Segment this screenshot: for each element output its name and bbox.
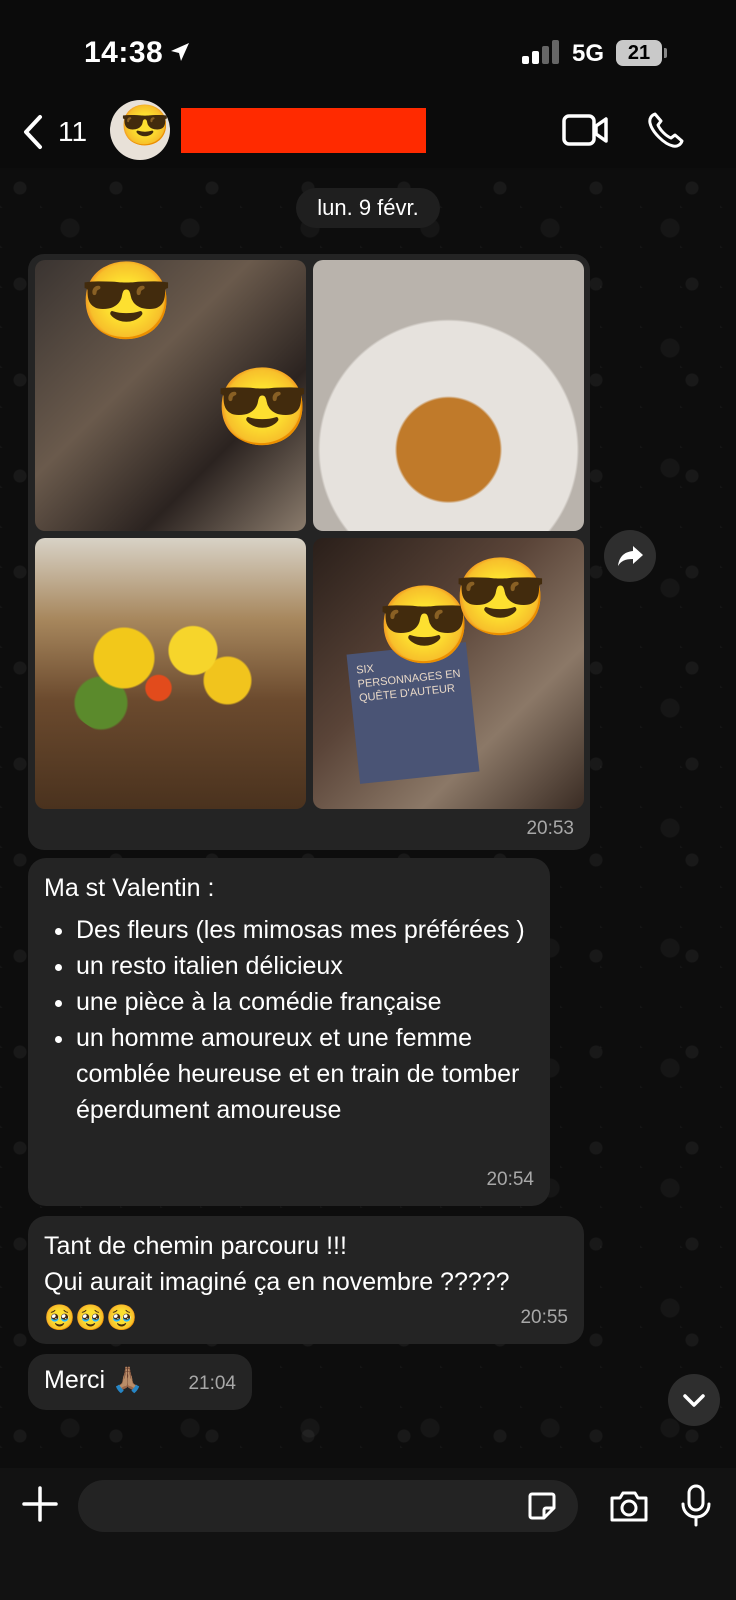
face-cover-emoji: 😎 <box>453 555 548 640</box>
date-separator: lun. 9 févr. <box>296 188 440 228</box>
message-bubble[interactable]: Merci 🙏🏽 21:04 <box>28 1354 252 1410</box>
message-emojis: 🥹🥹🥹 <box>44 1304 138 1332</box>
message-time: 20:54 <box>486 1169 534 1190</box>
message-bubble[interactable]: Tant de chemin parcouru !!! Qui aurait i… <box>28 1216 584 1344</box>
message-bubble[interactable]: Ma st Valentin : Des fleurs (les mimosas… <box>28 858 550 1206</box>
camera-icon[interactable] <box>608 1488 650 1524</box>
sticker-icon[interactable] <box>526 1490 558 1522</box>
network-type: 5G <box>572 40 605 67</box>
status-time: 14:38 <box>84 36 164 69</box>
chevron-down-icon <box>683 1394 705 1407</box>
face-cover-emoji: 😎 <box>215 365 306 450</box>
list-item: Des fleurs (les mimosas mes préférées ) <box>76 912 534 948</box>
location-arrow-icon <box>171 43 189 61</box>
message-input[interactable] <box>78 1480 578 1532</box>
message-line: Qui aurait imaginé ça en novembre ????? <box>44 1268 510 1296</box>
forward-button[interactable] <box>604 530 656 582</box>
message-intro: Ma st Valentin : <box>44 874 215 902</box>
message-list: Des fleurs (les mimosas mes préférées ) … <box>44 912 534 1128</box>
chat-header: 11 😎 <box>0 100 736 168</box>
photo-dinner-table[interactable]: 😎 😎 <box>35 260 306 531</box>
battery-indicator: 21 <box>616 40 662 66</box>
mic-icon[interactable] <box>680 1484 712 1528</box>
list-item: un resto italien délicieux <box>76 948 534 984</box>
photo-risotto-plate[interactable] <box>313 260 584 531</box>
message-time: 21:04 <box>188 1373 236 1394</box>
back-chevron-icon[interactable] <box>22 114 46 150</box>
list-item: un homme amoureux et une femme comblée h… <box>76 1020 534 1128</box>
list-item: une pièce à la comédie française <box>76 984 534 1020</box>
scroll-to-bottom-button[interactable] <box>668 1374 720 1426</box>
message-time: 20:55 <box>520 1307 568 1328</box>
message-text: Merci 🙏🏽 <box>44 1366 144 1394</box>
redacted-contact-name[interactable] <box>181 108 426 153</box>
status-bar: 14:38 5G 21 <box>0 0 736 100</box>
phone-icon[interactable] <box>646 110 686 150</box>
bouquet <box>55 598 285 748</box>
back-unread-count[interactable]: 11 <box>58 116 87 148</box>
share-icon <box>618 546 643 566</box>
battery-tip <box>664 48 667 58</box>
signal-icon <box>522 40 562 64</box>
composer-bar <box>0 1468 736 1600</box>
photo-flower-bouquet[interactable] <box>35 538 306 809</box>
message-line: Tant de chemin parcouru !!! <box>44 1232 347 1260</box>
contact-avatar[interactable]: 😎 <box>110 100 170 160</box>
plus-icon[interactable] <box>20 1484 60 1524</box>
face-cover-emoji: 😎 <box>79 260 174 344</box>
video-icon[interactable] <box>562 112 610 148</box>
photo-book-selfie[interactable]: SIX PERSONNAGES EN QUÊTE D'AUTEUR 😎 😎 <box>313 538 584 809</box>
photo-album-message[interactable]: 😎 😎 SIX PERSONNAGES EN QUÊTE D'AUTEUR 😎 … <box>28 254 590 850</box>
message-time: 20:53 <box>526 818 574 839</box>
